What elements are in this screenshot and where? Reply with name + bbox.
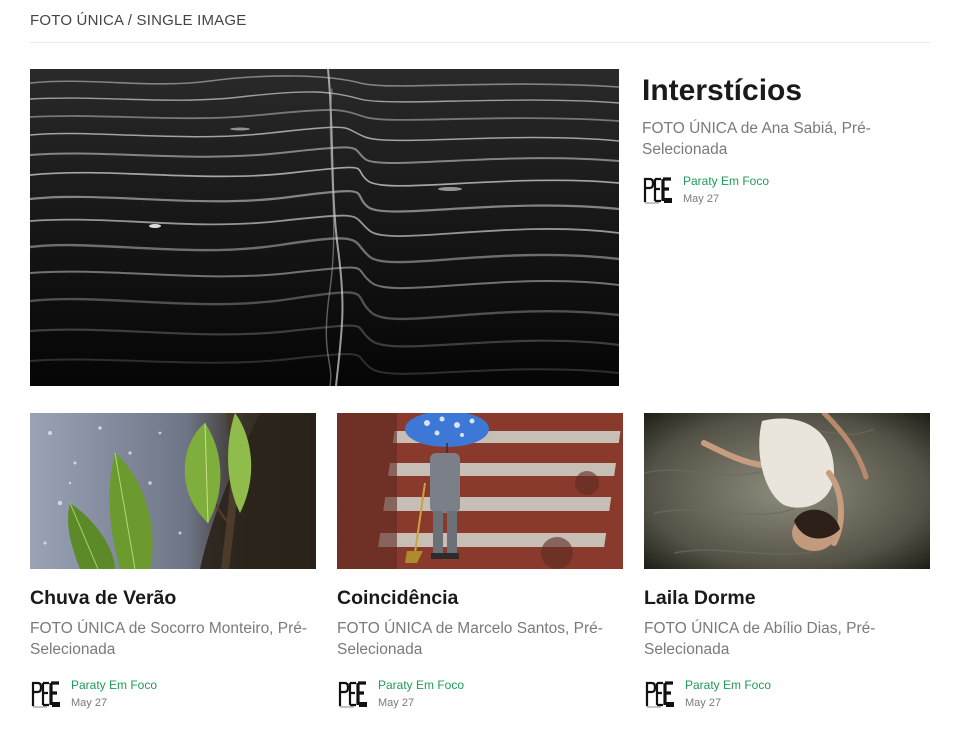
- post-card: Chuva de Verão FOTO ÚNICA de Socorro Mon…: [30, 413, 316, 711]
- card-byline: Paraty Em Foco May 27: [30, 677, 316, 711]
- post-date: May 27: [683, 193, 720, 205]
- post-card: Coincidência FOTO ÚNICA de Marcelo Santo…: [337, 413, 623, 711]
- hero-image-water[interactable]: [30, 69, 619, 386]
- featured-description[interactable]: FOTO ÚNICA de Ana Sabiá, Pré-Selecionada: [642, 118, 927, 160]
- card-image-umbrella[interactable]: [337, 413, 623, 569]
- card-image-sleeping[interactable]: [644, 413, 930, 569]
- author-link[interactable]: Paraty Em Foco: [685, 677, 771, 693]
- author-link[interactable]: Paraty Em Foco: [71, 677, 157, 693]
- card-image-leaves[interactable]: [30, 413, 316, 569]
- author-link[interactable]: Paraty Em Foco: [378, 677, 464, 693]
- author-avatar[interactable]: [644, 678, 676, 710]
- author-link[interactable]: Paraty Em Foco: [683, 173, 769, 189]
- card-description[interactable]: FOTO ÚNICA de Marcelo Santos, Pré-Seleci…: [337, 618, 623, 660]
- post-date: May 27: [685, 697, 722, 709]
- author-avatar[interactable]: [337, 678, 369, 710]
- card-byline: Paraty Em Foco May 27: [644, 677, 930, 711]
- section-title[interactable]: FOTO ÚNICA / SINGLE IMAGE: [30, 12, 246, 29]
- card-title[interactable]: Laila Dorme: [644, 585, 930, 611]
- card-description[interactable]: FOTO ÚNICA de Socorro Monteiro, Pré-Sele…: [30, 618, 316, 660]
- featured-title[interactable]: Interstícios: [642, 72, 927, 110]
- author-avatar[interactable]: [30, 678, 62, 710]
- featured-post: Interstícios FOTO ÚNICA de Ana Sabiá, Pr…: [642, 72, 927, 207]
- post-date: May 27: [71, 697, 108, 709]
- card-byline: Paraty Em Foco May 27: [337, 677, 623, 711]
- post-card: Laila Dorme FOTO ÚNICA de Abílio Dias, P…: [644, 413, 930, 711]
- featured-byline: Paraty Em Foco May 27: [642, 173, 927, 207]
- post-date: May 27: [378, 697, 415, 709]
- card-title[interactable]: Coincidência: [337, 585, 623, 611]
- card-title[interactable]: Chuva de Verão: [30, 585, 316, 611]
- author-avatar[interactable]: [642, 174, 674, 206]
- card-description[interactable]: FOTO ÚNICA de Abílio Dias, Pré-Seleciona…: [644, 618, 930, 660]
- section-header: FOTO ÚNICA / SINGLE IMAGE: [30, 0, 930, 43]
